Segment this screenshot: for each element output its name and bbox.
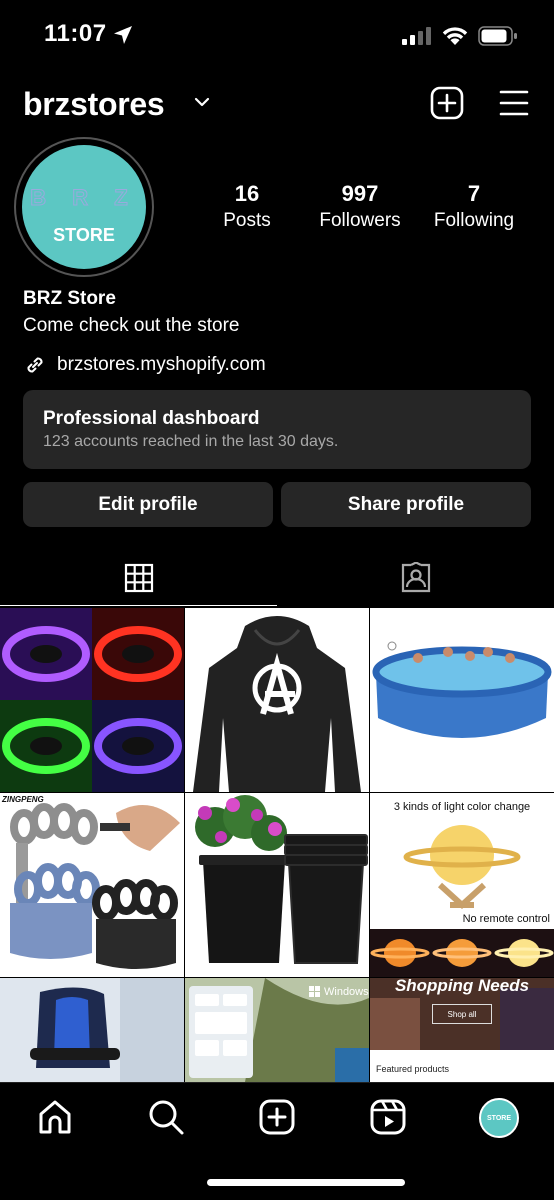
pool-image <box>370 608 554 792</box>
profile-header: brzstores <box>0 80 554 128</box>
post-pool[interactable] <box>370 608 554 792</box>
shop-banner-hero: Shopping Needs Shop all <box>370 978 554 1050</box>
cellular-signal-icon <box>402 27 431 45</box>
post-led-strips[interactable] <box>0 608 184 792</box>
battery-icon <box>478 26 517 46</box>
post-anarchy-hoodie[interactable] <box>185 608 369 792</box>
following-label: Following <box>433 210 515 231</box>
status-bar: 11:07 <box>0 0 554 72</box>
hand-grips-brand: ZINGPENG <box>2 795 44 804</box>
tagged-person-icon <box>401 562 430 593</box>
post-gaming-chair[interactable] <box>0 978 184 1082</box>
shop-banner-title: Shopping Needs <box>394 978 530 995</box>
avatar-brz-text: B R Z <box>30 185 138 211</box>
windows-caption: Windows 1 <box>324 986 369 998</box>
moon-lamp-strip <box>370 929 554 977</box>
gaming-chair-image <box>0 978 184 1082</box>
posts-count: 16 <box>234 181 260 206</box>
post-hand-grips[interactable]: ZINGPENG <box>0 793 184 977</box>
tab-tagged[interactable] <box>277 550 554 606</box>
dashboard-subtitle: 123 accounts reached in the last 30 days… <box>43 433 339 450</box>
new-post-icon[interactable] <box>257 1097 297 1137</box>
new-post-button[interactable] <box>430 86 464 120</box>
post-windows-screenshot[interactable]: Windows 1 <box>185 978 369 1082</box>
avatar-store-text: STORE <box>53 225 115 245</box>
search-icon[interactable] <box>146 1097 186 1137</box>
status-time: 11:07 <box>44 20 107 47</box>
tab-posts-grid[interactable] <box>0 550 277 606</box>
followers-count: 997 <box>341 181 379 206</box>
menu-icon[interactable] <box>498 88 530 118</box>
wifi-icon <box>442 27 468 45</box>
grid-icon <box>124 563 153 592</box>
post-moon-lamp[interactable]: 3 kinds of light color change No remote … <box>370 793 554 977</box>
followers-label: Followers <box>319 210 401 231</box>
posts-label: Posts <box>223 210 271 231</box>
reels-icon[interactable] <box>368 1097 408 1137</box>
profile-bio: Come check out the store <box>23 315 240 336</box>
home-indicator <box>207 1179 405 1186</box>
nav-profile-avatar[interactable]: STORE <box>479 1098 519 1138</box>
stat-posts[interactable]: 16 Posts <box>205 180 289 234</box>
post-shop-banner[interactable]: Shopping Needs Shop all Featured product… <box>370 978 554 1082</box>
hand-grips-image <box>0 793 184 977</box>
shop-all-button[interactable]: Shop all <box>432 1004 492 1024</box>
share-profile-button[interactable]: Share profile <box>281 482 531 527</box>
profile-avatar[interactable]: B R Z STORE <box>22 145 146 269</box>
home-icon[interactable] <box>35 1097 75 1137</box>
profile-link[interactable]: brzstores.myshopify.com <box>57 354 266 376</box>
hoodie-image <box>185 608 369 792</box>
stat-followers[interactable]: 997 Followers <box>308 180 412 234</box>
location-arrow-icon <box>114 26 132 44</box>
led-strips-image <box>0 608 184 792</box>
username[interactable]: brzstores <box>23 86 165 123</box>
chevron-down-icon[interactable] <box>194 96 210 108</box>
link-icon <box>27 357 43 373</box>
professional-dashboard[interactable]: Professional dashboard 123 accounts reac… <box>23 390 531 469</box>
moon-lamp-caption-bottom: No remote control <box>462 913 550 925</box>
flower-pots-image <box>185 793 369 977</box>
post-flower-pots[interactable] <box>185 793 369 977</box>
dashboard-title: Professional dashboard <box>43 408 260 429</box>
featured-products-label: Featured products <box>376 1064 450 1074</box>
edit-profile-button[interactable]: Edit profile <box>23 482 273 527</box>
following-count: 7 <box>467 181 481 206</box>
profile-name: BRZ Store <box>23 288 116 309</box>
stat-following[interactable]: 7 Following <box>422 180 526 234</box>
